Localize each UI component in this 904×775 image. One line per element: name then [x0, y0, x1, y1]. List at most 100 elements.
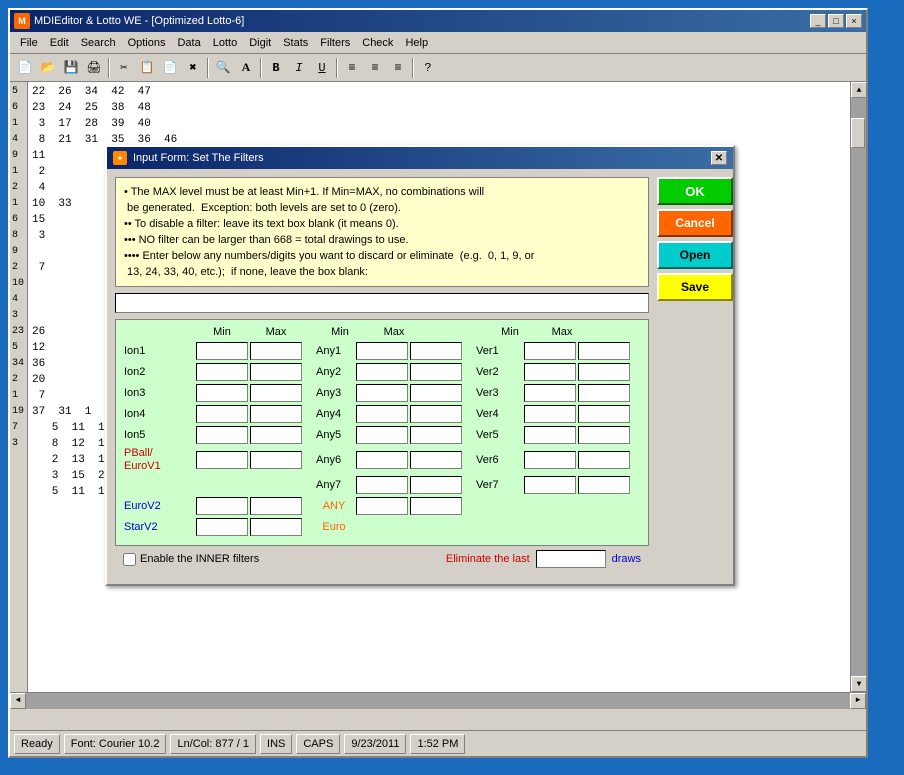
main-window: M MDIEditor & Lotto WE - [Optimized Lott…: [8, 8, 868, 758]
any3-min[interactable]: [356, 384, 408, 402]
starv2-min[interactable]: [196, 518, 248, 536]
ion4-min[interactable]: [196, 405, 248, 423]
ion3-max[interactable]: [250, 384, 302, 402]
ver2-min[interactable]: [524, 363, 576, 381]
starv2-label: StarV2: [122, 521, 194, 533]
any1-max[interactable]: [410, 342, 462, 360]
grid-row-8: EuroV2 ANY: [122, 497, 642, 515]
dialog-body: • The MAX level must be at least Min+1. …: [107, 169, 733, 584]
ver1-max[interactable]: [578, 342, 630, 360]
ion5-max[interactable]: [250, 426, 302, 444]
ver3-min[interactable]: [524, 384, 576, 402]
save-file-button[interactable]: Save: [657, 273, 733, 301]
eurov2-max[interactable]: [250, 497, 302, 515]
eurov2-min[interactable]: [196, 497, 248, 515]
ver5-max[interactable]: [578, 426, 630, 444]
grid-row-3: Ion3 Any3 Ver3: [122, 384, 642, 402]
ver6-label: Ver6: [474, 454, 522, 466]
header-max-1: Max: [250, 326, 302, 338]
any4-min[interactable]: [356, 405, 408, 423]
info-line-3: •• To disable a filter: leave its text b…: [124, 216, 640, 232]
dialog-icon: ✦: [113, 151, 127, 165]
ver4-label: Ver4: [474, 408, 522, 420]
any1-label: Any1: [314, 345, 354, 357]
dialog-overlay: ✦ Input Form: Set The Filters ✕ • The MA…: [10, 10, 866, 756]
ion4-label: Ion4: [122, 408, 194, 420]
any-euro-label: ANY: [314, 500, 354, 512]
any2-min[interactable]: [356, 363, 408, 381]
ver4-min[interactable]: [524, 405, 576, 423]
ion5-label: Ion5: [122, 429, 194, 441]
any6-label: Any6: [314, 454, 354, 466]
info-line-5: •••• Enter below any numbers/digits you …: [124, 248, 640, 264]
ion2-label: Ion2: [122, 366, 194, 378]
ion4-max[interactable]: [250, 405, 302, 423]
ver5-min[interactable]: [524, 426, 576, 444]
ion3-label: Ion3: [122, 387, 194, 399]
header-max-3: Max: [536, 326, 588, 338]
info-box: • The MAX level must be at least Min+1. …: [115, 177, 649, 287]
ver6-max[interactable]: [578, 451, 630, 469]
ok-button[interactable]: OK: [657, 177, 733, 205]
dialog-close-button[interactable]: ✕: [711, 151, 727, 165]
any1-min[interactable]: [356, 342, 408, 360]
filter-dialog: ✦ Input Form: Set The Filters ✕ • The MA…: [105, 145, 735, 586]
filter-grid: Min Max Min Max Min Max Ion1: [115, 319, 649, 546]
open-button[interactable]: Open: [657, 241, 733, 269]
ver7-min[interactable]: [524, 476, 576, 494]
pball-min[interactable]: [196, 451, 248, 469]
grid-row-1: Ion1 Any1 Ver1: [122, 342, 642, 360]
header-empty-1: [122, 326, 194, 338]
any6-max[interactable]: [410, 451, 462, 469]
ion2-max[interactable]: [250, 363, 302, 381]
draws-label: draws: [612, 553, 641, 565]
euro-label: Euro: [314, 521, 354, 533]
info-line-4: ••• NO filter can be larger than 668 = t…: [124, 232, 640, 248]
eurov2-label: EuroV2: [122, 500, 194, 512]
any7-max[interactable]: [410, 476, 462, 494]
ion1-label: Ion1: [122, 345, 194, 357]
header-min-1: Min: [196, 326, 248, 338]
dialog-footer: Enable the INNER filters Eliminate the l…: [115, 546, 649, 576]
ver3-label: Ver3: [474, 387, 522, 399]
inner-filters-checkbox-label[interactable]: Enable the INNER filters: [123, 553, 259, 566]
any4-max[interactable]: [410, 405, 462, 423]
ver3-max[interactable]: [578, 384, 630, 402]
any5-min[interactable]: [356, 426, 408, 444]
any7-min[interactable]: [356, 476, 408, 494]
ion5-min[interactable]: [196, 426, 248, 444]
ion2-min[interactable]: [196, 363, 248, 381]
any-euro-max[interactable]: [410, 497, 462, 515]
inner-filters-checkbox[interactable]: [123, 553, 136, 566]
dialog-title-text: Input Form: Set The Filters: [133, 152, 264, 164]
any3-label: Any3: [314, 387, 354, 399]
ver2-max[interactable]: [578, 363, 630, 381]
any2-max[interactable]: [410, 363, 462, 381]
ver1-min[interactable]: [524, 342, 576, 360]
starv2-max[interactable]: [250, 518, 302, 536]
cancel-button[interactable]: Cancel: [657, 209, 733, 237]
pball-max[interactable]: [250, 451, 302, 469]
grid-header-row: Min Max Min Max Min Max: [122, 326, 642, 338]
ver5-label: Ver5: [474, 429, 522, 441]
info-line-6: 13, 24, 33, 40, etc.); if none, leave th…: [124, 264, 640, 280]
header-min-2: Min: [314, 326, 366, 338]
any5-max[interactable]: [410, 426, 462, 444]
any-euro-min[interactable]: [356, 497, 408, 515]
grid-row-6: PBall/EuroV1 Any6 Ver6: [122, 447, 642, 473]
eliminate-draws-input[interactable]: [536, 550, 606, 568]
ver6-min[interactable]: [524, 451, 576, 469]
ver4-max[interactable]: [578, 405, 630, 423]
eliminate-input[interactable]: [115, 293, 649, 313]
any6-min[interactable]: [356, 451, 408, 469]
header-min-3: Min: [486, 326, 534, 338]
any3-max[interactable]: [410, 384, 462, 402]
grid-row-7: Any7 Ver7: [122, 476, 642, 494]
any4-label: Any4: [314, 408, 354, 420]
ver7-label: Ver7: [474, 479, 522, 491]
ion1-max[interactable]: [250, 342, 302, 360]
ion1-min[interactable]: [196, 342, 248, 360]
ver2-label: Ver2: [474, 366, 522, 378]
ion3-min[interactable]: [196, 384, 248, 402]
ver7-max[interactable]: [578, 476, 630, 494]
